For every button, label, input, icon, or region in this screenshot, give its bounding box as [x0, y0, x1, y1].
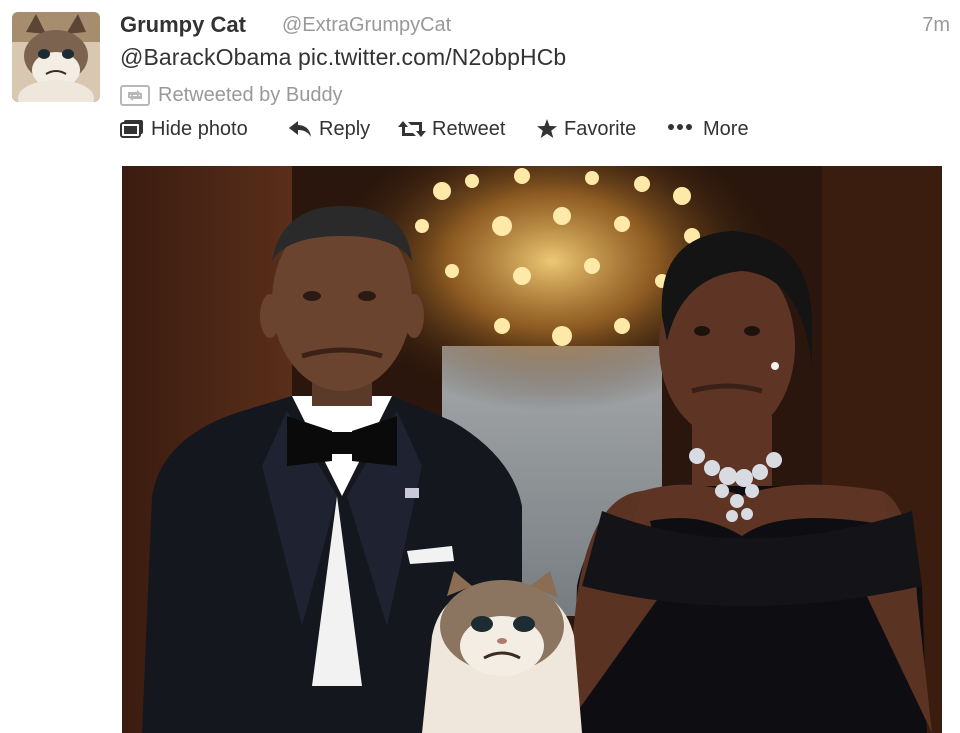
tweet-text[interactable]: @BarackObama pic.twitter.com/N2obpHCb — [120, 44, 566, 71]
tweet-timestamp[interactable]: 7m — [922, 14, 950, 37]
favorite-label: Favorite — [564, 118, 637, 140]
retweet-button[interactable]: Retweet — [398, 116, 528, 142]
star-icon — [537, 119, 557, 138]
reply-label: Reply — [319, 118, 371, 140]
retweet-icon — [398, 121, 426, 137]
hide-photo-button[interactable]: Hide photo — [120, 116, 270, 142]
hide-photo-label: Hide photo — [151, 118, 248, 140]
photo-image — [122, 166, 942, 733]
retweeted-by-label[interactable]: Retweeted by Buddy — [158, 84, 343, 107]
author-username[interactable]: @ExtraGrumpyCat — [282, 14, 451, 37]
tweet-header: Grumpy Cat @ExtraGrumpyCat 7m — [120, 10, 950, 44]
favorite-button[interactable]: Favorite — [536, 116, 656, 142]
grumpy-cat-avatar-icon — [12, 12, 100, 102]
retweet-badge-icon — [120, 85, 150, 106]
author-fullname[interactable]: Grumpy Cat — [120, 12, 246, 38]
more-label: More — [703, 118, 749, 140]
reply-arrow-icon — [289, 121, 311, 137]
more-button[interactable]: More — [667, 116, 767, 142]
retweet-label: Retweet — [432, 118, 506, 140]
reply-button[interactable]: Reply — [288, 116, 388, 142]
tweet-photo[interactable] — [122, 166, 942, 733]
ellipsis-icon — [668, 124, 692, 130]
photo-icon — [120, 120, 143, 138]
avatar[interactable] — [12, 12, 100, 102]
